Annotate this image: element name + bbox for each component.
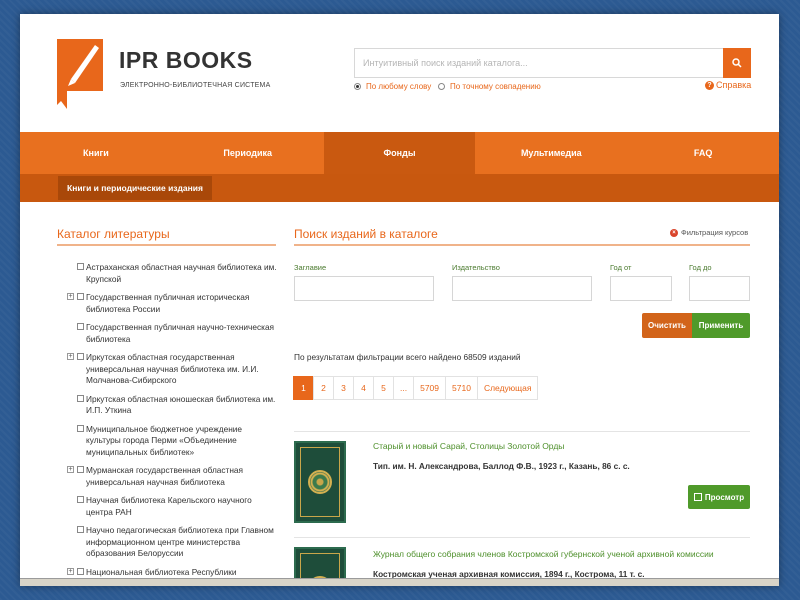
page-1[interactable]: 1 (293, 376, 314, 400)
divider (294, 431, 750, 432)
catalog-item-label: Национальная библиотека Республики (86, 566, 237, 577)
catalog-item-checkbox[interactable] (77, 353, 84, 360)
page-5710[interactable]: 5710 (445, 376, 478, 400)
brand-subtitle: ЭЛЕКТРОННО-БИБЛИОТЕЧНАЯ СИСТЕМА (120, 82, 271, 89)
year-to-field[interactable] (689, 276, 750, 301)
pagination: 1 2 3 4 5 ... 5709 5710 Следующая (293, 376, 539, 400)
catalog-item[interactable]: Государственная публичная научно-техниче… (67, 322, 277, 345)
external-link-icon (693, 493, 702, 501)
year-from-label: Год от (610, 263, 632, 272)
publisher-field[interactable] (452, 276, 592, 301)
view-button-label: Просмотр (704, 492, 745, 502)
catalog-item-label: Иркутская областная государственная унив… (86, 352, 259, 385)
result-count-text: По результатам фильтрации всего найдено … (294, 352, 521, 362)
catalog-item-label: Научная библиотека Карельского научного … (86, 495, 252, 517)
catalog-item[interactable]: Иркутская областная юношеская библиотека… (67, 394, 277, 417)
help-label: Справка (716, 80, 752, 90)
title-field-label: Заглавие (294, 263, 327, 272)
catalog-list: Астраханская областная научная библиотек… (67, 262, 277, 585)
main-nav: Книги Периодика Фонды Мультимедиа FAQ (20, 132, 779, 174)
book-cover[interactable] (294, 441, 346, 523)
catalog-item[interactable]: Муниципальное бюджетное учреждение культ… (67, 424, 277, 459)
page-4[interactable]: 4 (353, 376, 374, 400)
catalog-item-checkbox[interactable] (77, 424, 84, 432)
catalog-item-checkbox[interactable] (77, 394, 84, 402)
catalog-item-label: Муниципальное бюджетное учреждение культ… (86, 423, 243, 457)
expand-icon[interactable]: + (67, 353, 74, 360)
catalog-item[interactable]: + Государственная публичная историческая… (67, 292, 277, 315)
filter-courses-link[interactable]: × Фильтрация курсов (670, 228, 748, 237)
search-input[interactable]: Интуитивный поиск изданий каталога... (354, 48, 724, 78)
nav-item-books[interactable]: Книги (20, 132, 172, 174)
catalog-item[interactable]: Научная библиотека Карельского научного … (67, 495, 277, 518)
catalog-search-title: Поиск изданий в каталоге (294, 227, 438, 241)
catalog-search-divider (294, 244, 750, 246)
catalog-item-label: Государственная публичная историческая б… (86, 292, 250, 314)
search-option-any-label: По любому слову (366, 82, 432, 91)
catalog-item[interactable]: Научно педагогическая библиотека при Гла… (67, 525, 277, 560)
browser-page: IPR BOOKS ЭЛЕКТРОННО-БИБЛИОТЕЧНАЯ СИСТЕМ… (20, 14, 779, 586)
radio-exact[interactable] (438, 83, 445, 90)
filter-courses-label: Фильтрация курсов (681, 228, 749, 237)
catalog-item[interactable]: + Национальная библиотека Республики (67, 567, 277, 579)
catalog-item-label: Астраханская областная научная библиотек… (86, 262, 277, 284)
catalog-item-label: Мурманская государственная областная уни… (86, 465, 244, 487)
catalog-item[interactable]: + Мурманская государственная областная у… (67, 465, 277, 488)
sub-nav: Книги и периодические издания (20, 174, 779, 202)
catalog-item-label: Государственная публичная научно-техниче… (86, 322, 275, 344)
help-link[interactable]: ? Справка (705, 80, 751, 90)
year-from-field[interactable] (610, 276, 672, 301)
brand-title: IPR BOOKS (119, 47, 253, 73)
catalog-item-checkbox[interactable] (77, 466, 84, 473)
page-5[interactable]: 5 (373, 376, 394, 400)
book-meta: Тип. им. Н. Александрова, Баллод Ф.В., 1… (373, 461, 630, 471)
catalog-title: Каталог литературы (57, 227, 170, 241)
question-icon: ? (705, 80, 714, 90)
catalog-item-checkbox[interactable] (77, 496, 84, 503)
catalog-item[interactable]: + Иркутская областная государственная ун… (67, 352, 277, 387)
book-title[interactable]: Старый и новый Сарай, Столицы Золотой Ор… (373, 441, 564, 451)
publisher-field-label: Издательство (452, 263, 500, 272)
search-button[interactable] (723, 48, 751, 78)
catalog-item-label: Научно педагогическая библиотека при Гла… (86, 525, 274, 558)
clear-button[interactable]: Очистить (642, 313, 692, 338)
catalog-item-checkbox[interactable] (77, 323, 84, 330)
nav-item-multimedia[interactable]: Мультимедиа (475, 132, 627, 174)
ipr-books-logo-icon[interactable] (57, 39, 103, 109)
page-ellipsis: ... (393, 376, 415, 400)
divider (294, 537, 750, 538)
sub-nav-item-books-periodicals[interactable]: Книги и периодические издания (58, 176, 212, 200)
page-2[interactable]: 2 (313, 376, 334, 400)
page-3[interactable]: 3 (333, 376, 354, 400)
close-icon: × (670, 228, 678, 237)
catalog-item[interactable]: Астраханская областная научная библиотек… (67, 262, 277, 285)
book-title[interactable]: Журнал общего собрания членов Костромско… (373, 549, 714, 559)
catalog-item-checkbox[interactable] (77, 293, 84, 300)
ornament-icon (308, 470, 332, 494)
catalog-item-checkbox[interactable] (77, 567, 84, 575)
taskbar (20, 578, 779, 586)
catalog-divider (57, 244, 276, 246)
search-option-exact-label: По точному совпадению (450, 82, 541, 91)
title-field[interactable] (294, 276, 434, 301)
radio-any[interactable] (354, 83, 361, 90)
catalog-item-label: Иркутская областная юношеская библиотека… (86, 393, 276, 416)
expand-icon[interactable]: + (67, 466, 74, 473)
expand-icon[interactable]: + (67, 293, 74, 300)
nav-item-faq[interactable]: FAQ (627, 132, 779, 174)
search-option-exact[interactable]: По точному совпадению (438, 82, 541, 91)
next-page[interactable]: Следующая (476, 376, 539, 400)
view-button[interactable]: Просмотр (688, 485, 750, 509)
year-to-label: Год до (689, 263, 712, 272)
page-5709[interactable]: 5709 (413, 376, 447, 400)
nav-item-funds[interactable]: Фонды (323, 132, 476, 174)
expand-icon[interactable]: + (67, 567, 74, 575)
catalog-item-checkbox[interactable] (77, 526, 84, 533)
search-option-any[interactable]: По любому слову (354, 82, 431, 91)
search-icon (732, 58, 742, 68)
catalog-item-checkbox[interactable] (77, 263, 84, 270)
apply-button[interactable]: Применить (692, 313, 750, 338)
nav-item-periodicals[interactable]: Периодика (172, 132, 324, 174)
